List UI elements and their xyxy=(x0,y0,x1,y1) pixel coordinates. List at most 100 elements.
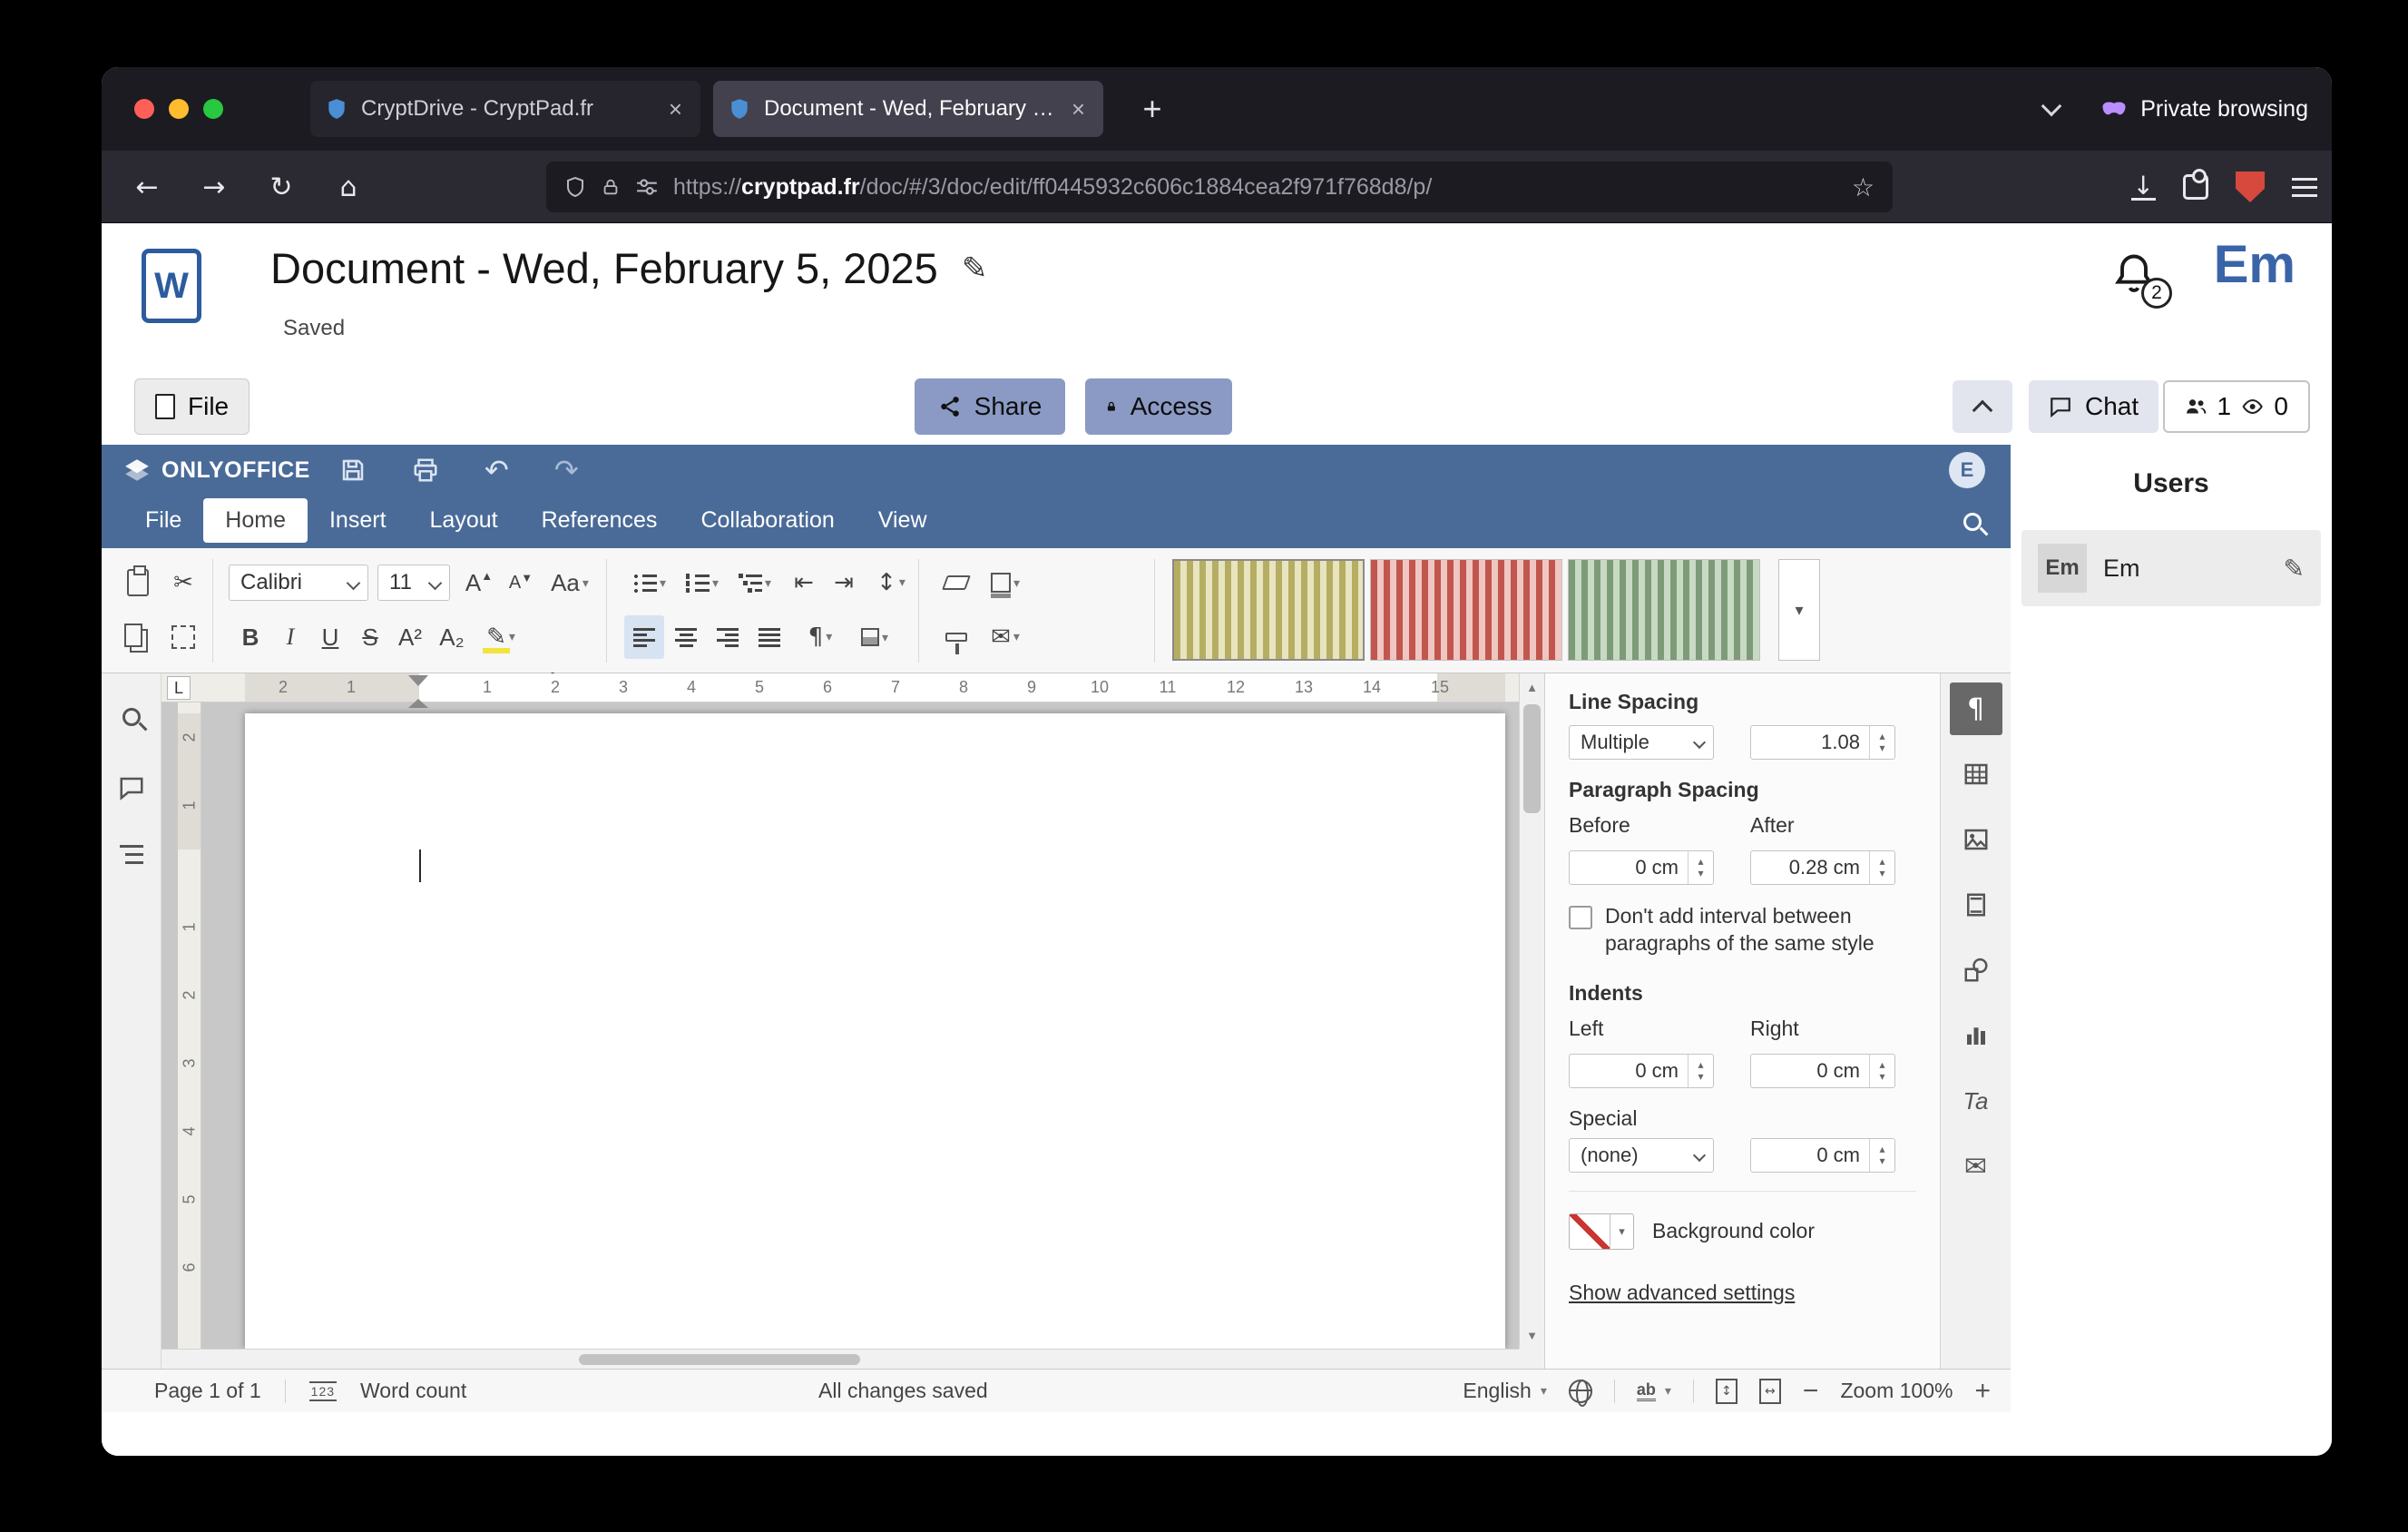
image-settings-icon[interactable] xyxy=(1950,813,2002,866)
select-all-button[interactable] xyxy=(163,615,203,659)
shading-button[interactable]: ▾ xyxy=(849,615,900,659)
horizontal-scrollbar[interactable] xyxy=(162,1349,1519,1369)
subscript-button[interactable]: A₂ xyxy=(432,615,472,659)
superscript-button[interactable]: A² xyxy=(390,615,430,659)
menu-file[interactable]: File xyxy=(123,498,203,543)
close-window-button[interactable] xyxy=(134,99,154,119)
align-right-button[interactable] xyxy=(708,615,748,659)
file-menu-button[interactable]: File xyxy=(134,378,250,435)
spacing-before-spinner[interactable]: 0 cm▴▾ xyxy=(1569,850,1714,885)
shrink-font-button[interactable]: A▼ xyxy=(501,561,541,604)
home-icon[interactable]: ⌂ xyxy=(327,165,370,209)
indent-right-spinner[interactable]: 0 cm▴▾ xyxy=(1750,1054,1895,1088)
mail-merge-button[interactable]: ✉▾ xyxy=(980,615,1031,659)
url-text[interactable]: https://cryptpad.fr/doc/#/3/doc/edit/ff0… xyxy=(673,174,1837,201)
clear-style-button[interactable] xyxy=(936,561,976,604)
notifications-bell[interactable]: 2 xyxy=(2110,250,2161,301)
url-bar[interactable]: https://cryptpad.fr/doc/#/3/doc/edit/ff0… xyxy=(546,162,1893,212)
menu-view[interactable]: View xyxy=(857,498,949,543)
horizontal-ruler[interactable]: 21123456789101112131415 xyxy=(162,673,1519,702)
copy-style-button[interactable] xyxy=(936,615,976,659)
zoom-in-button[interactable]: + xyxy=(1974,1376,1991,1407)
page-indicator[interactable]: Page 1 of 1 xyxy=(154,1379,261,1403)
reload-icon[interactable]: ↻ xyxy=(259,165,303,209)
print-icon[interactable] xyxy=(412,457,439,484)
hanging-indent-marker[interactable] xyxy=(408,689,428,708)
styles-gallery-expand-button[interactable]: ▾ xyxy=(1778,559,1820,661)
vertical-ruler[interactable]: 21123456 xyxy=(178,702,201,1349)
indent-left-spinner[interactable]: 0 cm▴▾ xyxy=(1569,1054,1714,1088)
header-footer-settings-icon[interactable] xyxy=(1950,879,2002,931)
zoom-out-button[interactable]: − xyxy=(1803,1376,1819,1407)
multilevel-list-button[interactable]: ▾ xyxy=(729,561,780,604)
permissions-icon[interactable] xyxy=(635,177,659,197)
special-spinner[interactable]: 0 cm▴▾ xyxy=(1750,1138,1895,1173)
maximize-window-button[interactable] xyxy=(203,99,223,119)
justify-button[interactable] xyxy=(749,615,789,659)
rename-pencil-icon[interactable]: ✎ xyxy=(962,250,988,287)
navigation-icon[interactable] xyxy=(120,845,143,865)
background-color-picker[interactable]: ▾ xyxy=(1569,1213,1634,1250)
underline-button[interactable]: U xyxy=(310,615,350,659)
chart-settings-icon[interactable] xyxy=(1950,1009,2002,1062)
font-name-select[interactable]: Calibri xyxy=(229,565,368,601)
search-icon[interactable] xyxy=(1963,513,1982,535)
chat-button[interactable]: Chat xyxy=(2029,380,2158,433)
change-case-button[interactable]: Aa▾ xyxy=(544,561,595,604)
spinner-arrows[interactable]: ▴▾ xyxy=(1688,851,1713,884)
textart-settings-icon[interactable]: Ta xyxy=(1950,1075,2002,1127)
paragraph-color-button[interactable]: ▾ xyxy=(980,561,1031,604)
vertical-scroll-thumb[interactable] xyxy=(1523,704,1541,813)
vertical-scrollbar[interactable]: ▲ ▼ xyxy=(1519,673,1544,1349)
share-button[interactable]: Share xyxy=(915,378,1065,435)
advanced-settings-link[interactable]: Show advanced settings xyxy=(1569,1281,1916,1305)
lock-icon[interactable] xyxy=(601,176,621,198)
extensions-icon[interactable] xyxy=(2183,174,2208,200)
increase-indent-button[interactable]: ⇥ xyxy=(824,561,864,604)
copy-button[interactable] xyxy=(118,615,158,659)
spinner-arrows[interactable]: ▴▾ xyxy=(1869,1055,1894,1087)
spinner-arrows[interactable]: ▴▾ xyxy=(1688,1055,1713,1087)
user-list-item[interactable]: Em Em ✎ xyxy=(2021,530,2321,606)
menu-collaboration[interactable]: Collaboration xyxy=(679,498,856,543)
spinner-arrows[interactable]: ▴▾ xyxy=(1869,726,1894,759)
special-select[interactable]: (none) xyxy=(1569,1138,1714,1173)
word-count-label[interactable]: Word count xyxy=(360,1379,466,1403)
document-page[interactable] xyxy=(245,713,1505,1349)
style-preview[interactable] xyxy=(1172,559,1365,661)
back-icon[interactable]: ← xyxy=(125,165,169,209)
grow-font-button[interactable]: A▲ xyxy=(459,561,499,604)
document-area[interactable]: 21123456789101112131415 L 21123456 ▲ xyxy=(162,673,1544,1369)
interval-checkbox[interactable] xyxy=(1569,906,1592,929)
collapse-toolbar-button[interactable] xyxy=(1953,380,2012,433)
spinner-arrows[interactable]: ▴▾ xyxy=(1869,1139,1894,1172)
fit-page-icon[interactable]: ↕ xyxy=(1716,1379,1737,1404)
shield-icon[interactable] xyxy=(564,175,586,199)
fit-width-icon[interactable]: ↔ xyxy=(1759,1379,1781,1404)
spacing-after-spinner[interactable]: 0.28 cm▴▾ xyxy=(1750,850,1895,885)
access-button[interactable]: Access xyxy=(1085,378,1232,435)
tab-stop-selector[interactable]: L xyxy=(167,676,191,700)
chevron-down-icon[interactable]: ▾ xyxy=(1610,1214,1633,1249)
mail-merge-settings-icon[interactable]: ✉ xyxy=(1950,1140,2002,1193)
cut-button[interactable]: ✂ xyxy=(163,561,203,604)
close-tab-icon[interactable]: × xyxy=(665,95,686,123)
globe-icon[interactable] xyxy=(1569,1380,1592,1403)
shape-settings-icon[interactable] xyxy=(1950,944,2002,997)
font-size-select[interactable]: 11 xyxy=(377,565,450,601)
menu-home[interactable]: Home xyxy=(203,498,308,543)
table-settings-icon[interactable] xyxy=(1950,748,2002,800)
comments-icon[interactable] xyxy=(118,774,145,801)
bullets-button[interactable]: ▾ xyxy=(624,561,675,604)
tab-document[interactable]: Document - Wed, February 5, 2 × xyxy=(713,81,1103,137)
line-spacing-button[interactable]: ↕▾ xyxy=(866,561,916,604)
collaborator-badge[interactable]: E xyxy=(1949,452,1985,488)
decrease-indent-button[interactable]: ⇤ xyxy=(784,561,824,604)
forward-icon[interactable]: → xyxy=(192,165,236,209)
align-center-button[interactable] xyxy=(666,615,706,659)
scroll-down-icon[interactable]: ▼ xyxy=(1520,1323,1544,1347)
menu-hamburger-icon[interactable] xyxy=(2292,178,2317,197)
bold-button[interactable]: B xyxy=(230,615,270,659)
highlight-color-button[interactable]: ✎▾ xyxy=(475,615,526,659)
paragraph-settings-icon[interactable]: ¶ xyxy=(1950,683,2002,735)
